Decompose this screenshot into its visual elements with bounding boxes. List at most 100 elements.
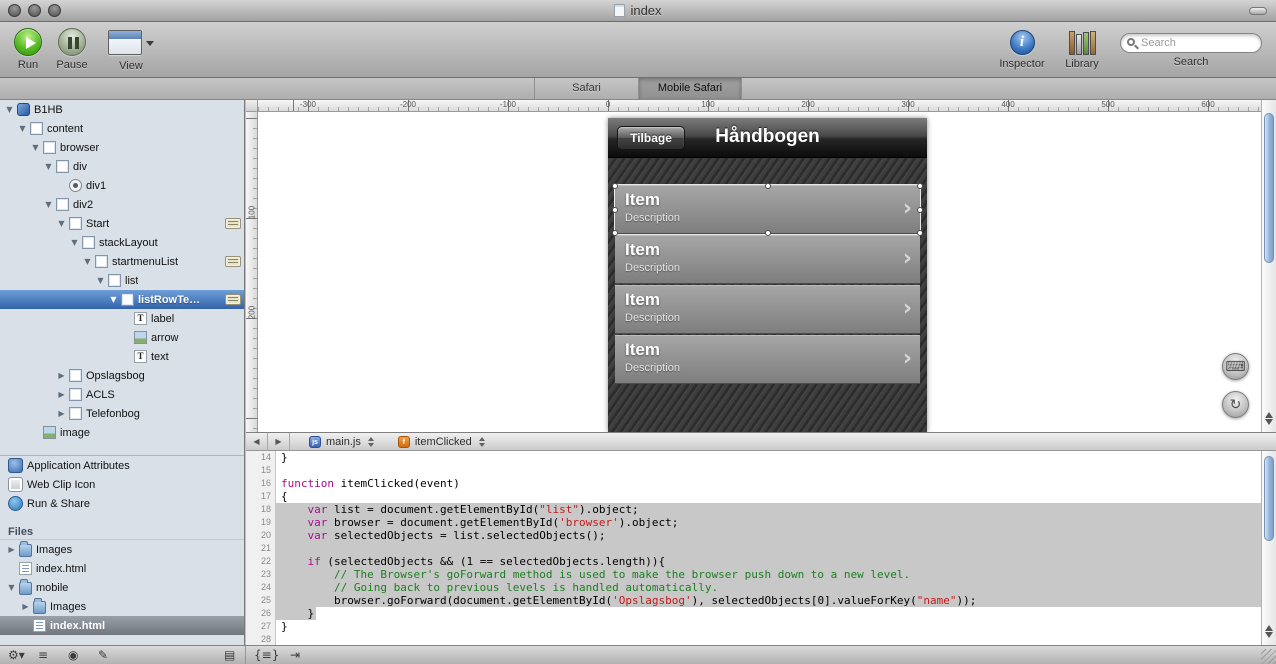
canvas-scrollbar[interactable]: [1261, 100, 1276, 432]
code-line[interactable]: 15: [246, 464, 1261, 477]
library-button[interactable]: Library: [1058, 28, 1106, 70]
code-line[interactable]: 23 // The Browser's goForward method is …: [246, 568, 1261, 581]
code-line[interactable]: 25 browser.goForward(document.getElement…: [246, 594, 1261, 607]
code-line[interactable]: 26 }: [246, 607, 1261, 620]
file-popup[interactable]: js main.js: [304, 433, 379, 451]
tree-item-text[interactable]: Ttext: [0, 347, 244, 366]
tree-item-content[interactable]: ▼ content: [0, 119, 244, 138]
tree-item-listrowte[interactable]: ▼ listRowTe…: [0, 290, 244, 309]
tree-item-acls[interactable]: ▶ ACLS: [0, 385, 244, 404]
disclosure-triangle[interactable]: ▶: [20, 602, 31, 611]
disclosure-triangle[interactable]: ▶: [6, 545, 17, 554]
panel-toggle-icon[interactable]: ▤: [224, 647, 235, 664]
attributes-badge-icon[interactable]: [225, 218, 241, 229]
attributes-badge-icon[interactable]: [225, 256, 241, 267]
tab-safari[interactable]: Safari: [534, 78, 638, 99]
toolbar-toggle-button[interactable]: [1249, 7, 1267, 15]
code-line[interactable]: 17 {: [246, 490, 1261, 503]
inspector-button[interactable]: Inspector: [992, 28, 1052, 70]
disclosure-triangle[interactable]: ▼: [17, 124, 28, 133]
tree-item-b1hb[interactable]: ▼ B1HB: [0, 100, 244, 119]
resize-grip[interactable]: [1261, 649, 1276, 664]
tree-item-arrow[interactable]: arrow: [0, 328, 244, 347]
sidebar-item-run-share[interactable]: Run & Share: [0, 494, 244, 513]
tree-item-start[interactable]: ▼ Start: [0, 214, 244, 233]
file-item-images[interactable]: ▶ Images: [0, 597, 244, 616]
code-area[interactable]: 14} 15 16 function itemClicked(event) 17{18 …: [246, 451, 1261, 645]
attributes-badge-icon[interactable]: [225, 294, 241, 305]
tree-item-div2[interactable]: ▼ div2: [0, 195, 244, 214]
history-back-button[interactable]: ◀: [246, 432, 268, 451]
editor-scrollbar[interactable]: [1261, 451, 1276, 645]
file-item-index-html[interactable]: index.html: [0, 616, 244, 635]
disclosure-triangle[interactable]: ▼: [95, 276, 106, 285]
run-button[interactable]: Run: [8, 28, 48, 71]
list-item[interactable]: Item Description ›: [615, 335, 920, 384]
tree-item-startmenulist[interactable]: ▼ startmenuList: [0, 252, 244, 271]
shift-right-icon[interactable]: ⇥: [290, 647, 300, 664]
tree-item-list[interactable]: ▼ list: [0, 271, 244, 290]
code-line[interactable]: 18 var list = document.getElementById("l…: [246, 503, 1261, 516]
scrollbar-thumb[interactable]: [1264, 456, 1274, 541]
disclosure-triangle[interactable]: ▼: [56, 219, 67, 228]
code-line[interactable]: 16 function itemClicked(event): [246, 477, 1261, 490]
selection-handle[interactable]: [917, 206, 923, 213]
selection-handle[interactable]: [917, 183, 923, 189]
search-input[interactable]: [1141, 35, 1255, 51]
history-forward-button[interactable]: ▶: [268, 432, 290, 451]
disclosure-triangle[interactable]: ▼: [4, 105, 15, 114]
search-field[interactable]: [1120, 33, 1262, 53]
pause-button[interactable]: Pause: [50, 28, 94, 71]
disclosure-triangle[interactable]: ▼: [43, 162, 54, 171]
sidebar-item-web-clip-icon[interactable]: Web Clip Icon: [0, 475, 244, 494]
rotate-button[interactable]: ↻: [1222, 391, 1249, 418]
disclosure-triangle[interactable]: ▼: [30, 143, 41, 152]
tab-mobile-safari[interactable]: Mobile Safari: [638, 78, 742, 99]
scroll-down-arrow[interactable]: [1265, 632, 1273, 642]
view-button[interactable]: View: [102, 28, 160, 72]
selection-handle[interactable]: [612, 206, 618, 213]
tree-item-browser[interactable]: ▼ browser: [0, 138, 244, 157]
disclosure-triangle[interactable]: ▼: [69, 238, 80, 247]
scroll-up-arrow[interactable]: [1265, 408, 1273, 418]
function-popup[interactable]: f itemClicked: [393, 433, 490, 451]
selection-handle[interactable]: [917, 230, 923, 236]
list-item[interactable]: Item Description ›: [612, 183, 923, 236]
file-item-index-html[interactable]: index.html: [0, 559, 244, 578]
tree-item-label[interactable]: Tlabel: [0, 309, 244, 328]
list-item[interactable]: Item Description ›: [615, 285, 920, 334]
code-line[interactable]: 27}: [246, 620, 1261, 633]
record-icon[interactable]: ◉: [68, 647, 78, 664]
code-line[interactable]: 22 if (selectedObjects && (1 == selected…: [246, 555, 1261, 568]
tree-item-image[interactable]: image: [0, 423, 244, 442]
disclosure-triangle[interactable]: ▼: [6, 583, 17, 592]
disclosure-triangle[interactable]: ▶: [56, 409, 67, 418]
selection-handle[interactable]: [612, 183, 618, 189]
tree-item-telefonbog[interactable]: ▶ Telefonbog: [0, 404, 244, 423]
back-button[interactable]: Tilbage: [617, 126, 685, 150]
file-item-mobile[interactable]: ▼ mobile: [0, 578, 244, 597]
sidebar-item-application-attributes[interactable]: Application Attributes: [0, 456, 244, 475]
scroll-up-arrow[interactable]: [1265, 621, 1273, 631]
selection-handle[interactable]: [764, 230, 771, 236]
code-line[interactable]: 20 var selectedObjects = list.selectedOb…: [246, 529, 1261, 542]
code-line[interactable]: 21: [246, 542, 1261, 555]
tree-item-stacklayout[interactable]: ▼ stackLayout: [0, 233, 244, 252]
code-line[interactable]: 24 // Going back to previous levels is h…: [246, 581, 1261, 594]
tree-item-opslagsbog[interactable]: ▶ Opslagsbog: [0, 366, 244, 385]
disclosure-triangle[interactable]: ▶: [56, 390, 67, 399]
disclosure-triangle[interactable]: ▶: [56, 371, 67, 380]
scrollbar-thumb[interactable]: [1264, 113, 1274, 263]
file-item-images[interactable]: ▶ Images: [0, 540, 244, 559]
disclosure-triangle[interactable]: ▼: [108, 295, 119, 304]
tree-item-div1[interactable]: div1: [0, 176, 244, 195]
edit-icon[interactable]: ✎: [98, 647, 108, 664]
keyboard-button[interactable]: ⌨: [1222, 353, 1249, 380]
list-view-icon[interactable]: ≡: [38, 647, 48, 664]
disclosure-triangle[interactable]: ▼: [82, 257, 93, 266]
selection-handle[interactable]: [764, 183, 771, 189]
code-folding-icon[interactable]: {≡}: [254, 647, 279, 664]
selection-handle[interactable]: [612, 230, 618, 236]
code-line[interactable]: 28: [246, 633, 1261, 645]
scroll-down-arrow[interactable]: [1265, 419, 1273, 429]
